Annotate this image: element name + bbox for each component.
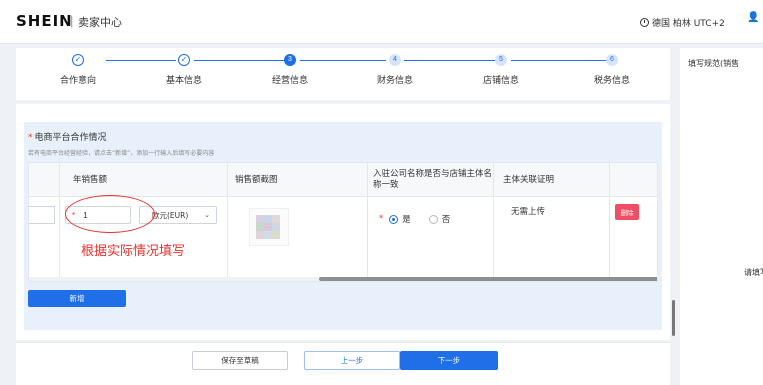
sales-screenshot-thumbnail[interactable] <box>249 208 289 246</box>
step-label: 合作意向 <box>59 76 96 86</box>
timezone-selector[interactable]: 德国 柏林 UTC+2 <box>640 16 725 29</box>
horizontal-scrollbar-thumb[interactable] <box>319 277 657 281</box>
section-title: * 电商平台合作情况 <box>28 130 107 143</box>
column-divider <box>493 163 494 281</box>
chevron-down-icon: ⌄ <box>204 211 210 219</box>
step-tax-info: 6 税务信息 <box>572 54 652 86</box>
step-business-info: 3 经营信息 <box>250 54 330 86</box>
currency-value: 欧元(EUR) <box>152 210 189 220</box>
step-cooperation-intent: ✓ 合作意向 <box>38 54 118 86</box>
subject-proof-text: 无需上传 <box>511 207 546 217</box>
header-sales-screenshot: 销售额截图 <box>235 174 278 185</box>
step-finance-info: 4 财务信息 <box>355 54 435 86</box>
section-hint: 若有电商平台经营经验，请点击“新增”，添加一行输入后填写必要内容 <box>28 150 215 157</box>
column-divider <box>367 163 368 281</box>
logo-separator: | <box>70 13 74 28</box>
column-divider <box>227 163 228 281</box>
save-draft-button[interactable]: 保存至草稿 <box>192 351 288 370</box>
step-label: 财务信息 <box>376 76 413 86</box>
vertical-scrollbar[interactable] <box>672 300 675 336</box>
radio-yes[interactable] <box>389 214 399 224</box>
top-header: SHEIN | 卖家中心 德国 柏林 UTC+2 👤 <box>0 0 763 44</box>
step-label: 经营信息 <box>271 76 308 86</box>
name-consistent-radio-group: * 是 否 <box>379 213 464 225</box>
table-header: 年销售额 销售额截图 入驻公司名称是否与店铺主体名称一致 主体关联证明 <box>29 163 657 197</box>
radio-no-label[interactable]: 否 <box>442 213 451 225</box>
step-label: 基本信息 <box>165 76 202 86</box>
step-number: 3 <box>284 54 296 66</box>
column-divider <box>609 163 610 281</box>
step-basic-info: ✓ 基本信息 <box>144 54 224 86</box>
shein-logo[interactable]: SHEIN <box>16 12 73 30</box>
prev-step-button[interactable]: 上一步 <box>304 351 400 370</box>
seller-center-title: 卖家中心 <box>78 16 122 29</box>
next-step-button[interactable]: 下一步 <box>400 351 498 370</box>
header-subject-proof: 主体关联证明 <box>503 174 555 185</box>
step-number: 6 <box>606 54 618 66</box>
clock-icon <box>640 18 649 27</box>
timezone-label: 德国 柏林 UTC+2 <box>652 19 725 29</box>
step-store-info: 5 店铺信息 <box>461 54 541 86</box>
progress-steps: ✓ 合作意向 ✓ 基本信息 3 经营信息 4 财务信息 5 店铺信息 6 税务信… <box>16 48 670 100</box>
step-label: 税务信息 <box>593 76 630 86</box>
header-annual-sales: 年销售额 <box>73 174 108 185</box>
ecommerce-section-card: * 电商平台合作情况 若有电商平台经营经验，请点击“新增”，添加一行输入后填写必要… <box>24 122 662 330</box>
annotation-ellipse <box>65 195 155 233</box>
truncated-cell-input[interactable] <box>29 206 55 224</box>
delete-row-button[interactable]: 删除 <box>615 204 639 220</box>
guideline-panel: 填写规范(销售 请填写 <box>680 48 763 385</box>
step-number: 5 <box>495 54 507 66</box>
step-number: 4 <box>389 54 401 66</box>
required-mark: * <box>379 214 384 224</box>
step-check-icon: ✓ <box>178 54 190 66</box>
section-title-text: 电商平台合作情况 <box>34 133 107 143</box>
footer-actions: 保存至草稿 上一步 下一步 <box>16 342 670 385</box>
add-row-button[interactable]: 新增 <box>28 290 126 307</box>
radio-no[interactable] <box>428 214 438 224</box>
step-check-icon: ✓ <box>72 54 84 66</box>
guideline-title: 填写规范(销售 <box>688 59 740 68</box>
required-mark: * <box>28 133 33 143</box>
guideline-hint: 请填写 <box>744 268 763 277</box>
radio-yes-label[interactable]: 是 <box>402 213 411 225</box>
annotation-text: 根据实际情况填写 <box>81 244 186 259</box>
main-content: * 电商平台合作情况 若有电商平台经营经验，请点击“新增”，添加一行输入后填写必要… <box>16 104 670 340</box>
header-name-consistent: 入驻公司名称是否与店铺主体名称一致 <box>373 169 493 190</box>
step-label: 店铺信息 <box>482 76 519 86</box>
user-icon[interactable]: 👤 <box>747 12 759 23</box>
ecommerce-table: 年销售额 销售额截图 入驻公司名称是否与店铺主体名称一致 主体关联证明 * 1 … <box>28 162 658 282</box>
column-divider <box>59 163 60 281</box>
